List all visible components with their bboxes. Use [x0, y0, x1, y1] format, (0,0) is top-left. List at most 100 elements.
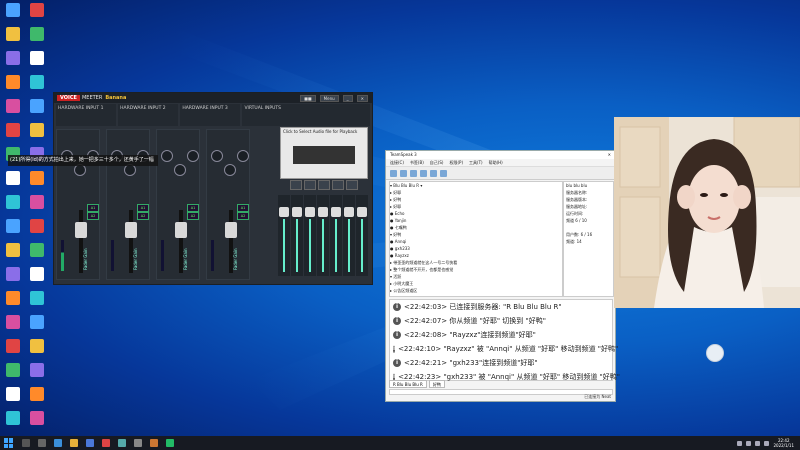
desktop-icon[interactable]	[2, 363, 24, 377]
bus-fader-handle[interactable]	[279, 207, 289, 217]
bus-fader-handle[interactable]	[357, 207, 367, 217]
desktop-icon[interactable]	[26, 219, 48, 233]
bus-assign-button[interactable]: A1	[87, 204, 99, 212]
strip-header-hw3[interactable]: HARDWARE INPUT 3	[180, 104, 241, 126]
cassette-player[interactable]: Click to Select Audio file for Playback	[280, 127, 368, 190]
bus-assign-button[interactable]: A2	[187, 212, 199, 220]
desktop-icon[interactable]	[26, 171, 48, 185]
teamspeak-window[interactable]: TeamSpeak 3 ✕ 连接(C) 书签(B) 自己(S) 权限(P) 工具(T) 帮…	[385, 150, 620, 402]
forward-button[interactable]	[332, 180, 344, 190]
channel-tree-item[interactable]: ▾ 好鸭	[390, 231, 562, 238]
desktop-icon[interactable]	[2, 195, 24, 209]
record-button[interactable]	[346, 180, 358, 190]
ts-menu-item[interactable]: 书签(B)	[410, 159, 424, 166]
desktop-icon[interactable]	[2, 123, 24, 137]
channel-tree-item[interactable]: ▸ 小明大魔王	[390, 280, 562, 287]
desktop-icon[interactable]	[2, 51, 24, 65]
channel-tree-item[interactable]: ● Echo	[390, 210, 562, 217]
desktop-icon[interactable]	[2, 411, 24, 425]
desktop-icon[interactable]	[26, 339, 48, 353]
app-icon[interactable]	[118, 439, 126, 447]
knob[interactable]	[174, 164, 186, 176]
tray-icon[interactable]	[737, 440, 743, 446]
desktop-icon[interactable]	[2, 99, 24, 113]
desktop-icon[interactable]	[2, 339, 24, 353]
floating-button[interactable]	[706, 344, 724, 362]
knob[interactable]	[237, 150, 249, 162]
bus-assign-button[interactable]: A1	[137, 204, 149, 212]
app-icon[interactable]	[102, 439, 110, 447]
channel-tree-item[interactable]: ▸ 好鸭	[390, 196, 562, 203]
desktop-icon[interactable]	[26, 3, 48, 17]
app-icon[interactable]	[134, 439, 142, 447]
channel-tree-item[interactable]: ▾ Blu Blu Blu R ▾	[390, 182, 562, 189]
desktop-icon[interactable]	[2, 315, 24, 329]
voicemeeter-titlebar[interactable]: VOICE MEETER Banana ■■ Menu _ ✕	[54, 93, 372, 103]
desktop-icon[interactable]	[2, 3, 24, 17]
desktop-icon[interactable]	[26, 315, 48, 329]
ts-menu-item[interactable]: 权限(P)	[449, 159, 463, 166]
fader-handle[interactable]	[75, 222, 87, 238]
desktop-icon[interactable]	[2, 171, 24, 185]
edge-icon[interactable]	[54, 439, 62, 447]
desktop-icon[interactable]	[26, 291, 48, 305]
away-icon[interactable]	[410, 169, 417, 177]
voicemeeter-window[interactable]: VOICE MEETER Banana ■■ Menu _ ✕ HARDWARE…	[53, 92, 373, 285]
app-icon[interactable]	[150, 439, 158, 447]
connect-icon[interactable]	[390, 169, 397, 177]
ts-menu-item[interactable]: 连接(C)	[390, 159, 404, 166]
ts-titlebar[interactable]: TeamSpeak 3 ✕	[386, 151, 615, 159]
strip-header-virtual[interactable]: VIRTUAL INPUTS	[242, 104, 370, 126]
desktop-icon[interactable]	[2, 219, 24, 233]
desktop-icon[interactable]	[26, 51, 48, 65]
desktop-icon[interactable]	[26, 411, 48, 425]
bus-fader-handle[interactable]	[292, 207, 302, 217]
channel-tree-item[interactable]: ▸ 好耶	[390, 203, 562, 210]
store-icon[interactable]	[86, 439, 94, 447]
channel-tree-item[interactable]: ● Rayzxz	[390, 252, 562, 259]
desktop-icon[interactable]	[26, 243, 48, 257]
channel-tree-item[interactable]: ● Yanjin	[390, 217, 562, 224]
bus-fader-handle[interactable]	[344, 207, 354, 217]
ts-menu-item[interactable]: 自己(S)	[430, 159, 444, 166]
channel-tree-item[interactable]: ● Annqi	[390, 238, 562, 245]
volume-icon[interactable]	[764, 440, 770, 446]
channel-tree-item[interactable]: ● gxh233	[390, 245, 562, 252]
tab-channel[interactable]: 好鸭	[428, 380, 445, 388]
channel-tree-item[interactable]: ▸ 带歪歪的频道就在这人一号二号快看	[390, 259, 562, 266]
fader-handle[interactable]	[125, 222, 137, 238]
knob[interactable]	[161, 150, 173, 162]
mute-speaker-icon[interactable]	[430, 169, 437, 177]
settings-icon[interactable]	[440, 169, 447, 177]
clock[interactable]: 22:42 2022/1/11	[773, 438, 794, 448]
app-icon[interactable]	[166, 439, 174, 447]
desktop-icon[interactable]	[2, 243, 24, 257]
channel-tree[interactable]: ▾ Blu Blu Blu R ▾ ▸ 好耶 ▸ 好鸭 ▸ 好耶 ● Echo …	[389, 181, 563, 297]
start-button[interactable]	[4, 438, 14, 448]
desktop-icon[interactable]	[26, 75, 48, 89]
network-icon[interactable]	[755, 440, 761, 446]
fader-handle[interactable]	[225, 222, 237, 238]
ts-menu-item[interactable]: 帮助(H)	[489, 159, 503, 166]
bus-fader-handle[interactable]	[331, 207, 341, 217]
desktop-icon[interactable]	[2, 27, 24, 41]
fader-handle[interactable]	[175, 222, 187, 238]
bus-fader-handle[interactable]	[305, 207, 315, 217]
knob[interactable]	[211, 150, 223, 162]
play-button[interactable]	[304, 180, 316, 190]
vm-minimize-button[interactable]: _	[342, 94, 353, 102]
vm-menu-button[interactable]: Menu	[319, 94, 339, 102]
rewind-button[interactable]	[290, 180, 302, 190]
channel-tree-item[interactable]: ▾ 活跃	[390, 273, 562, 280]
tray-icon[interactable]	[746, 440, 752, 446]
desktop-icon[interactable]	[2, 387, 24, 401]
channel-tree-item[interactable]: ● 七嘴鸭	[390, 224, 562, 231]
desktop-icon[interactable]	[26, 195, 48, 209]
channel-tree-item[interactable]: ▸ 整个频道就不开开，也都是也感觉	[390, 266, 562, 273]
vm-close-button[interactable]: ✕	[356, 94, 368, 102]
bus-fader-handle[interactable]	[318, 207, 328, 217]
ts-menu-item[interactable]: 工具(T)	[469, 159, 483, 166]
bus-assign-button[interactable]: A1	[237, 204, 249, 212]
bus-assign-button[interactable]: A2	[237, 212, 249, 220]
task-view-icon[interactable]	[38, 439, 46, 447]
